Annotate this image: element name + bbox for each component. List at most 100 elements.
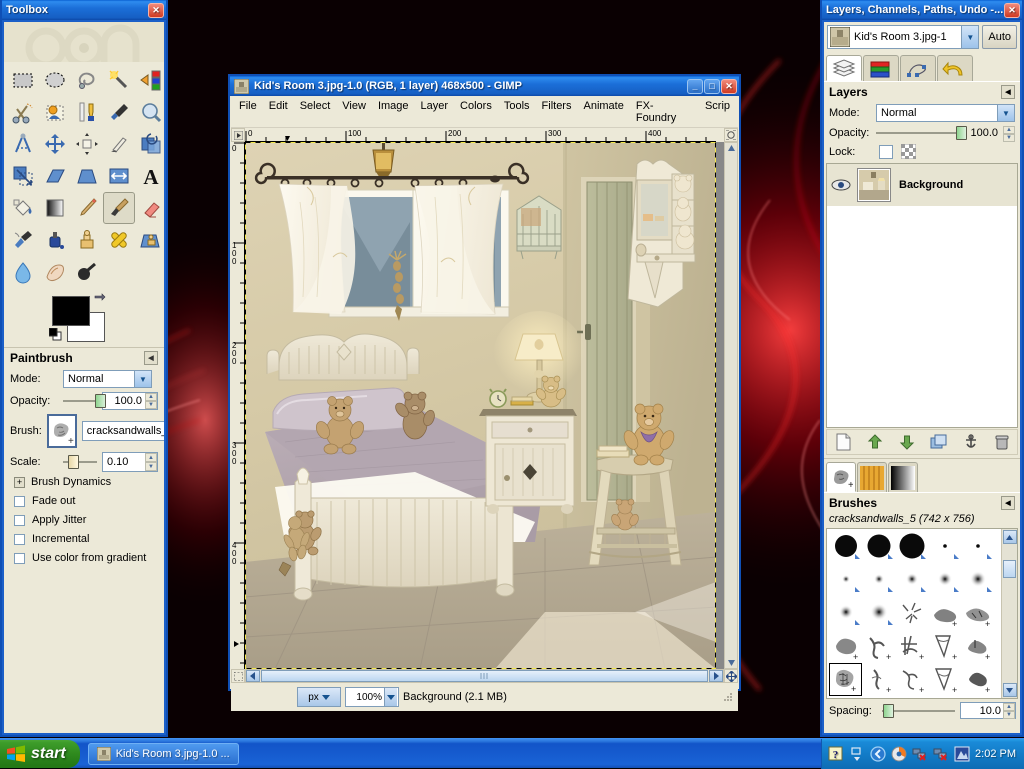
swap-colors-icon[interactable] [94,292,106,304]
expander-plus-icon[interactable]: + [14,476,25,488]
new-layer-button[interactable] [835,433,851,451]
measure-tool[interactable] [7,128,39,160]
image-maximize-button[interactable]: □ [704,78,720,94]
color-picker-tool[interactable] [103,96,135,128]
list-item[interactable]: + [928,597,961,630]
ink-tool[interactable] [39,224,71,256]
list-item[interactable] [862,564,895,597]
fuzzy-select-tool[interactable] [103,64,135,96]
tool-options-collapse-icon[interactable]: ◀ [144,351,158,365]
list-item[interactable] [829,531,862,564]
canvas-horizontal-scrollbar[interactable] [245,669,724,683]
anchor-layer-button[interactable] [963,434,979,450]
brush-scroll-thumb[interactable] [1003,560,1016,578]
rect-select-tool[interactable] [7,64,39,96]
network-error-icon[interactable] [912,746,928,762]
menu-edit[interactable]: Edit [263,99,294,125]
list-item[interactable]: + [862,630,895,663]
opacity-down-arrow[interactable]: ▼ [145,401,157,409]
ruler-origin-button[interactable] [231,128,245,142]
scroll-up-arrow-icon[interactable] [1002,530,1017,544]
chevron-down-icon[interactable]: ▼ [997,105,1014,121]
eye-icon[interactable] [831,178,851,192]
opacity-down-arrow[interactable]: ▼ [1003,134,1015,142]
navigation-preview-button[interactable] [724,669,738,683]
auto-button[interactable]: Auto [982,25,1017,49]
scale-up-arrow[interactable]: ▲ [145,453,157,462]
scroll-right-arrow-icon[interactable] [709,670,723,682]
brush-preview-button[interactable]: + [46,414,77,448]
media-player-icon[interactable] [891,746,907,762]
scale-slider[interactable] [63,455,97,469]
opacity-slider[interactable] [63,394,106,408]
use-color-from-gradient-checkbox[interactable] [14,552,25,564]
paths-tab[interactable] [900,55,936,81]
layers-tab[interactable] [826,55,862,81]
text-tool[interactable]: A [135,160,164,192]
bucket-fill-tool[interactable] [7,192,39,224]
list-item[interactable]: + [829,663,862,696]
network-error-icon-2[interactable] [933,746,949,762]
canvas-vertical-scrollbar[interactable] [724,142,738,669]
list-item[interactable]: + [961,630,994,663]
foreground-color-swatch[interactable] [52,296,90,326]
list-item[interactable] [928,564,961,597]
image-selector-combobox[interactable]: Kid's Room 3.jpg-1 ▼ [827,25,980,49]
spacing-slider[interactable] [882,703,955,718]
menu-colors[interactable]: Colors [454,99,498,125]
list-item[interactable] [895,564,928,597]
image-minimize-button[interactable]: _ [687,78,703,94]
paths-tool[interactable] [71,96,103,128]
mode-combobox[interactable]: Normal ▼ [63,370,152,388]
list-item[interactable]: + [961,597,994,630]
perspective-clone-tool[interactable] [135,224,164,256]
airbrush-tool[interactable] [7,224,39,256]
brushes-menu-icon[interactable]: ◀ [1001,496,1015,510]
toolbox-close-button[interactable]: ✕ [148,2,164,18]
spacing-down-arrow[interactable]: ▼ [1003,711,1015,719]
delete-layer-button[interactable] [995,434,1009,450]
menu-bar[interactable]: File Edit Select View Image Layer Colors… [231,97,738,128]
toolbox-window[interactable]: Toolbox ✕ A Paintbrush ◀ Mode: Normal ▼ … [0,0,168,737]
scale-down-arrow[interactable]: ▼ [145,462,157,471]
image-window-titlebar[interactable]: Kid's Room 3.jpg-1.0 (RGB, 1 layer) 468x… [230,76,739,96]
menu-fx-foundry[interactable]: FX-Foundry [630,99,699,125]
use-color-from-gradient-row[interactable]: Use color from gradient [4,547,164,566]
list-item[interactable] [961,564,994,597]
dodge-burn-tool[interactable] [71,256,103,288]
unit-combobox[interactable]: px [297,687,341,707]
color-area[interactable] [4,290,164,345]
opacity-spinner[interactable]: 100.0 ▲ ▼ [102,392,158,410]
brush-grid[interactable]: + + + + + + + + + + + + [827,529,1001,698]
eraser-tool[interactable] [135,192,164,224]
clone-tool[interactable] [71,224,103,256]
dock-window[interactable]: Layers, Channels, Paths, Undo -... ✕ Kid… [820,0,1024,737]
move-tool[interactable] [39,128,71,160]
incremental-row[interactable]: Incremental [4,528,164,547]
flip-tool[interactable] [103,160,135,192]
app-tray-icon[interactable] [954,746,970,762]
menu-script-fu[interactable]: Scrip [699,99,736,125]
paintbrush-tool[interactable] [103,192,135,224]
blur-sharpen-tool[interactable] [7,256,39,288]
dock-tab-strip[interactable] [824,52,1020,81]
smudge-tool[interactable] [39,256,71,288]
fade-out-row[interactable]: Fade out [4,490,164,509]
taskbar-item-gimp[interactable]: Kid's Room 3.jpg-1.0 ... [87,742,239,765]
brush-name-field[interactable]: cracksandwalls_5 [81,421,164,441]
table-row[interactable]: Background [827,164,1017,206]
menu-layer[interactable]: Layer [415,99,455,125]
layer-list[interactable]: Background [826,163,1018,428]
free-select-tool[interactable] [71,64,103,96]
list-item[interactable] [862,597,895,630]
horizontal-scroll-thumb[interactable] [261,670,708,682]
image-canvas[interactable] [245,142,724,669]
brushes-tab[interactable]: + [826,462,856,492]
list-item[interactable]: + [961,663,994,696]
menu-tools[interactable]: Tools [498,99,536,125]
list-item[interactable] [961,531,994,564]
incremental-checkbox[interactable] [14,533,25,545]
menu-animate[interactable]: Animate [577,99,629,125]
layer-mode-combobox[interactable]: Normal ▼ [876,104,1015,122]
resize-grip-icon[interactable] [723,692,733,702]
